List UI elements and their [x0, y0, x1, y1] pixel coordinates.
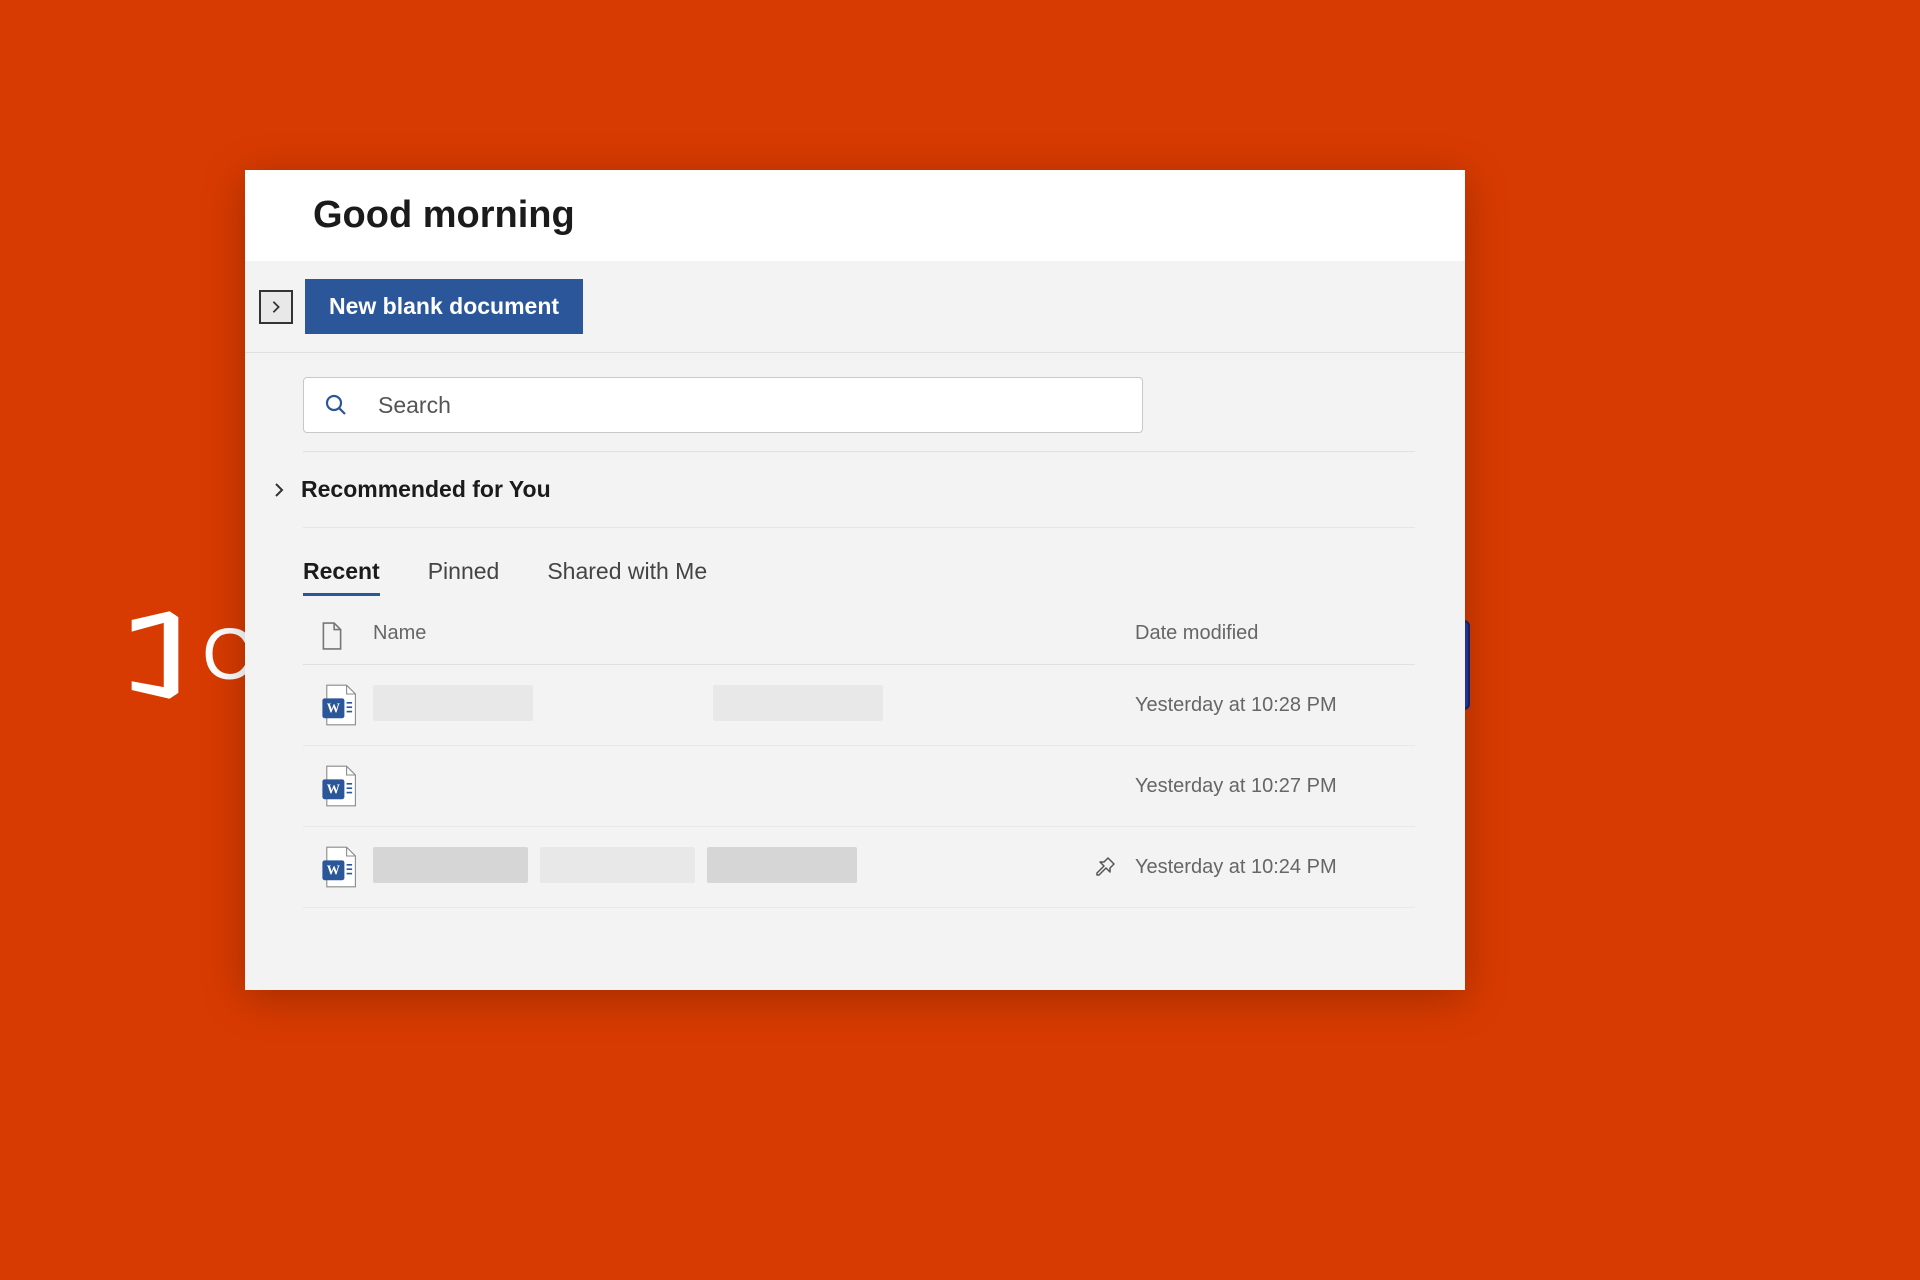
- search-box[interactable]: [303, 377, 1143, 433]
- window-header: Good morning: [245, 170, 1465, 261]
- header-name-column[interactable]: Name: [373, 622, 1075, 650]
- expand-templates-button[interactable]: [259, 290, 293, 324]
- tab-recent[interactable]: Recent: [303, 558, 380, 596]
- document-icon: [321, 622, 343, 650]
- greeting-title: Good morning: [313, 194, 1415, 237]
- recommended-section-toggle[interactable]: Recommended for You: [303, 452, 1415, 528]
- document-tabs: Recent Pinned Shared with Me: [303, 528, 1415, 608]
- pin-icon[interactable]: [1093, 855, 1117, 879]
- new-document-bar: New blank document: [245, 261, 1465, 353]
- word-document-icon: W: [321, 683, 359, 727]
- file-name-cell: [373, 847, 1075, 888]
- file-date-cell: Yesterday at 10:24 PM: [1135, 856, 1415, 879]
- file-name-cell: [373, 685, 1075, 726]
- tab-pinned[interactable]: Pinned: [428, 558, 500, 596]
- chevron-right-icon: [269, 300, 283, 314]
- recommended-label: Recommended for You: [301, 476, 551, 503]
- new-blank-document-button[interactable]: New blank document: [305, 279, 583, 334]
- header-date-column[interactable]: Date modified: [1135, 622, 1415, 650]
- file-date-cell: Yesterday at 10:27 PM: [1135, 775, 1415, 798]
- search-icon: [324, 393, 348, 417]
- tab-shared-with-me[interactable]: Shared with Me: [547, 558, 707, 596]
- word-document-icon: W: [321, 845, 359, 889]
- office-logo-background: C: [120, 610, 254, 700]
- file-date-cell: Yesterday at 10:28 PM: [1135, 694, 1415, 717]
- content-area: Recommended for You Recent Pinned Shared…: [245, 353, 1465, 908]
- svg-text:W: W: [327, 701, 340, 716]
- file-row[interactable]: W Yesterday at 10:27 PM: [303, 746, 1415, 827]
- search-section: [303, 353, 1415, 452]
- search-input[interactable]: [378, 392, 1122, 419]
- header-icon-column: [303, 622, 373, 650]
- chevron-right-icon: [271, 482, 287, 498]
- file-table-header: Name Date modified: [303, 608, 1415, 665]
- file-row[interactable]: W Yesterday at 10:24 PM: [303, 827, 1415, 908]
- svg-text:W: W: [327, 863, 340, 878]
- file-row[interactable]: W Yesterday at 10:28 PM: [303, 665, 1415, 746]
- office-icon: [120, 610, 190, 700]
- word-start-window: Good morning New blank document Recommen: [245, 170, 1465, 990]
- word-document-icon: W: [321, 764, 359, 808]
- svg-text:W: W: [327, 782, 340, 797]
